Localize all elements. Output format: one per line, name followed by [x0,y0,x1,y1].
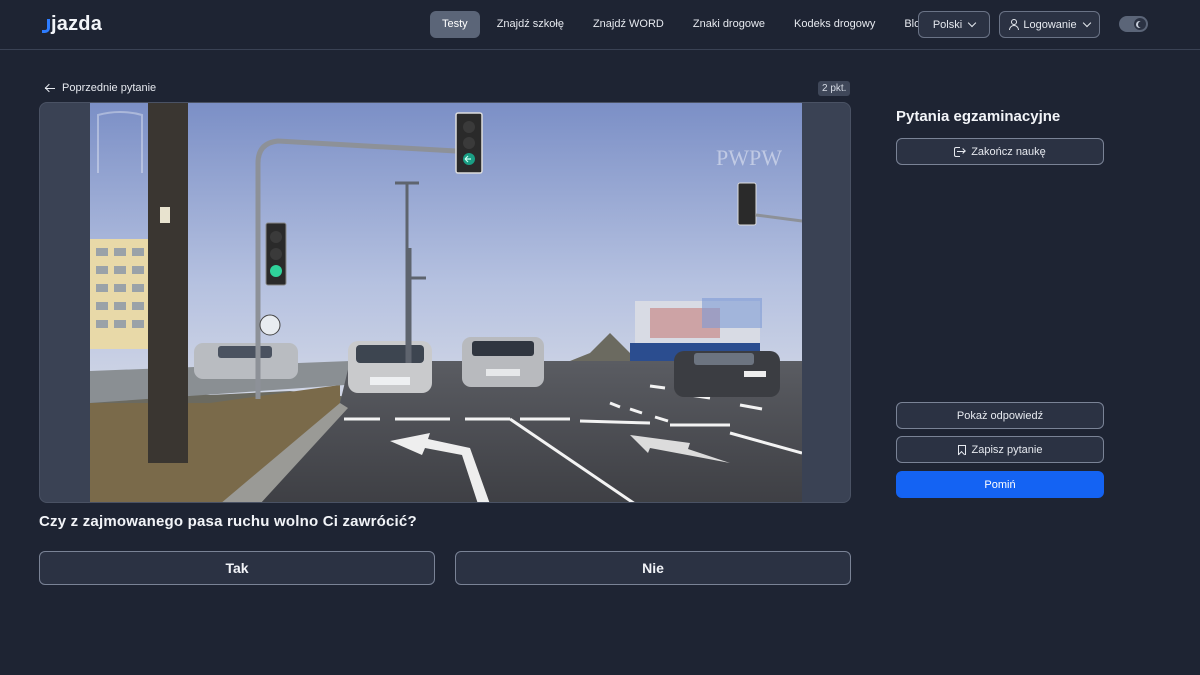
nav-item-kodeks-drogowy[interactable]: Kodeks drogowy [782,11,887,38]
exit-icon [954,146,967,157]
theme-toggle[interactable] [1119,16,1148,32]
language-dropdown[interactable]: Polski [918,11,990,38]
nav-item-znajdz-word[interactable]: Znajdź WORD [581,11,676,38]
save-question-label: Zapisz pytanie [971,443,1043,456]
site-logo[interactable]: jazda [42,12,102,36]
nav-item-znajdz-szkole[interactable]: Znajdź szkołę [485,11,576,38]
previous-question-label: Poprzednie pytanie [62,82,157,94]
chevron-down-icon [967,18,977,28]
nav-item-testy[interactable]: Testy [430,11,480,38]
answer-no-button[interactable]: Nie [455,551,851,585]
chevron-down-icon [1082,18,1091,28]
bookmark-icon [957,444,966,455]
finish-learning-label: Zakończ naukę [971,145,1046,158]
points-badge: 2 pkt. [818,81,851,96]
language-label: Polski [932,18,963,31]
logo-mark-icon [42,19,50,33]
save-question-button[interactable]: Zapisz pytanie [896,436,1104,463]
moon-icon [1138,21,1145,28]
sidebar-title: Pytania egzaminacyjne [896,108,1061,125]
previous-question-link[interactable]: Poprzednie pytanie [45,82,156,94]
main-nav: Testy Znajdź szkołę Znajdź WORD Znaki dr… [430,11,943,38]
theme-toggle-knob [1134,18,1146,30]
skip-label: Pomiń [984,478,1016,491]
skip-button[interactable]: Pomiń [896,471,1104,498]
answer-yes-button[interactable]: Tak [39,551,435,585]
question-media: PWPW [39,102,851,503]
finish-learning-button[interactable]: Zakończ naukę [896,138,1104,165]
arrow-left-icon [45,83,55,93]
show-answer-label: Pokaż odpowiedź [956,409,1044,422]
logo-text: jazda [51,13,103,35]
nav-item-znaki-drogowe[interactable]: Znaki drogowe [681,11,777,38]
top-navbar: jazda Testy Znajdź szkołę Znajdź WORD Zn… [0,0,1200,50]
show-answer-button[interactable]: Pokaż odpowiedź [896,402,1104,429]
login-dropdown[interactable]: Logowanie [999,11,1100,38]
watermark-pwpw: PWPW [716,145,782,170]
question-text: Czy z zajmowanego pasa ruchu wolno Ci za… [39,513,417,530]
car-silver-front [348,341,432,393]
user-icon [1009,19,1020,30]
login-label: Logowanie [1023,18,1077,31]
question-image: PWPW [90,103,802,502]
